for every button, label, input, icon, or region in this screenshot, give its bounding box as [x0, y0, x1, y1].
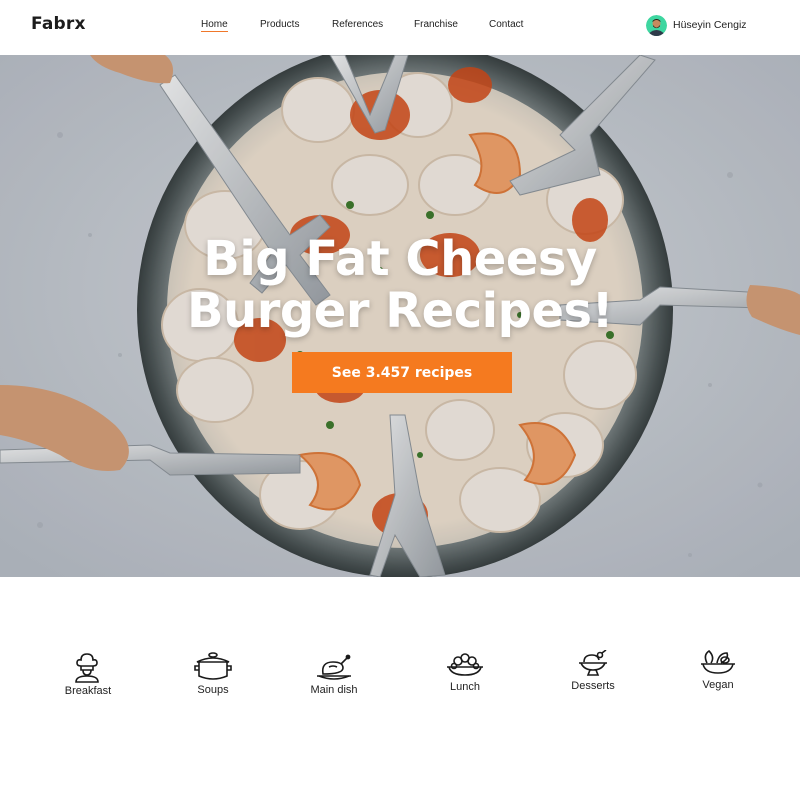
- category-label: Lunch: [450, 681, 480, 693]
- category-lunch[interactable]: Lunch: [410, 653, 520, 693]
- vegan-bowl-icon: [701, 649, 735, 674]
- lunch-bowl-icon: [447, 653, 483, 676]
- category-label: Main dish: [310, 684, 358, 696]
- recipe-categories: Breakfast Soups Main dish Lunch Desserts…: [0, 645, 800, 705]
- category-label: Breakfast: [64, 685, 112, 697]
- nav-home[interactable]: Home: [201, 19, 228, 32]
- category-label: Soups: [197, 684, 229, 696]
- category-main-dish[interactable]: Main dish: [279, 654, 389, 696]
- pot-icon: [194, 652, 232, 680]
- hero-banner: Big Fat Cheesy Burger Recipes! See 3.457…: [0, 55, 800, 577]
- nav-contact[interactable]: Contact: [489, 19, 523, 30]
- category-desserts[interactable]: Desserts: [538, 650, 648, 692]
- chef-icon: [75, 653, 99, 683]
- category-label: Vegan: [702, 679, 734, 691]
- category-vegan[interactable]: Vegan: [663, 649, 773, 691]
- user-profile[interactable]: Hüseyin Cengiz: [646, 14, 747, 36]
- hero-title-line-1: Big Fat Cheesy: [203, 231, 597, 287]
- category-breakfast[interactable]: Breakfast: [33, 649, 143, 697]
- user-avatar-icon: [646, 14, 667, 36]
- user-name: Hüseyin Cengiz: [673, 19, 747, 31]
- see-recipes-button[interactable]: See 3.457 recipes: [292, 352, 512, 393]
- nav-products[interactable]: Products: [260, 19, 299, 30]
- nav-franchise[interactable]: Franchise: [414, 19, 458, 30]
- roast-chicken-icon: [317, 654, 351, 680]
- category-label: Desserts: [571, 680, 615, 692]
- hero-title: Big Fat Cheesy Burger Recipes!: [0, 233, 800, 337]
- dessert-icon: [579, 650, 607, 676]
- top-header: Fabrx Home Products References Franchise…: [0, 0, 800, 55]
- nav-references[interactable]: References: [332, 19, 383, 30]
- category-soups[interactable]: Soups: [158, 650, 268, 696]
- hero-title-line-2: Burger Recipes!: [186, 283, 614, 339]
